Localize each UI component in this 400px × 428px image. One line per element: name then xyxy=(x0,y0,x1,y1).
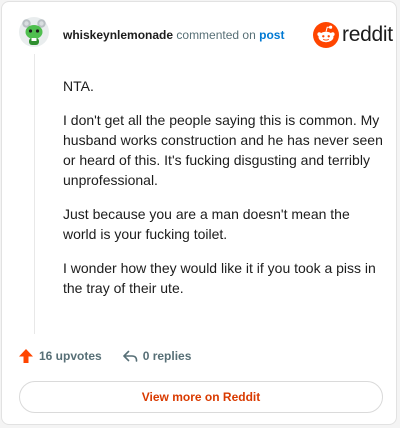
thread-line xyxy=(34,54,35,334)
reply-count: 0 replies xyxy=(142,349,192,363)
comment-header: whiskeynlemonade commented on post xyxy=(63,27,284,43)
reply-arrow-icon xyxy=(122,350,138,362)
comment-paragraph: I don't get all the people saying this i… xyxy=(63,112,383,188)
comment-body: NTA. I don't get all the people saying t… xyxy=(63,76,383,312)
comment-embed-card: whiskeynlemonade commented on post reddi… xyxy=(1,1,397,425)
comment-paragraph: NTA. xyxy=(63,78,94,94)
comment-actions: 16 upvotes 0 replies xyxy=(18,345,191,367)
reddit-snoo-icon xyxy=(313,22,339,48)
username-link[interactable]: whiskeynlemonade xyxy=(63,28,173,42)
reply-button[interactable]: 0 replies xyxy=(122,348,192,364)
view-more-button[interactable]: View more on Reddit xyxy=(19,381,383,413)
user-avatar-icon[interactable] xyxy=(18,16,50,48)
upvote-count: 16 upvotes xyxy=(39,349,102,363)
reddit-wordmark: reddit xyxy=(342,23,393,46)
reddit-logo[interactable]: reddit xyxy=(313,22,393,48)
comment-paragraph: I wonder how they would like it if you t… xyxy=(63,260,376,296)
commented-text: commented on xyxy=(176,28,256,42)
upvote-arrow-icon xyxy=(19,349,33,363)
comment-paragraph: Just because you are a man doesn't mean … xyxy=(63,206,350,242)
upvote-button[interactable]: 16 upvotes xyxy=(18,348,102,364)
post-link[interactable]: post xyxy=(259,28,284,42)
